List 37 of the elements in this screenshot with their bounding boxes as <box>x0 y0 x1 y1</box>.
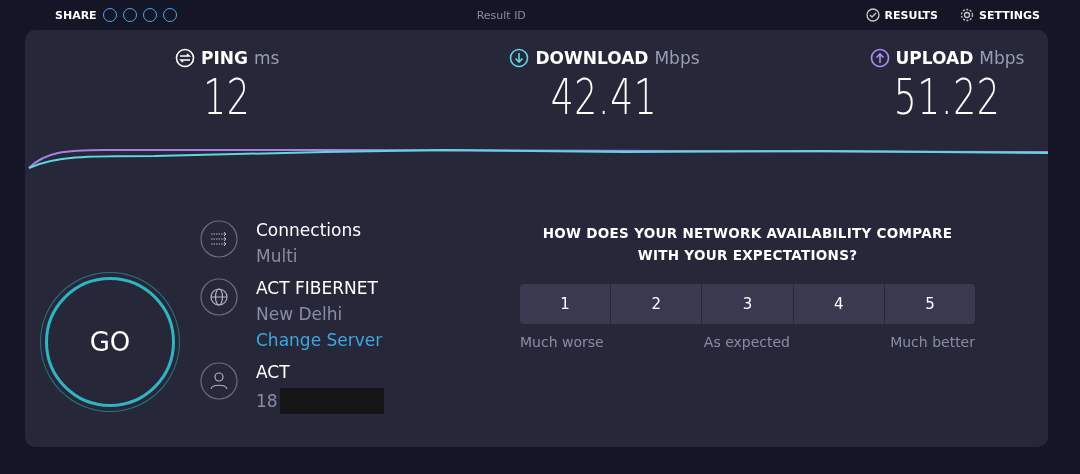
metric-unit: ms <box>253 48 280 68</box>
info-subtitle: New Delhi <box>256 304 343 324</box>
rating-option[interactable]: 1 <box>520 284 611 324</box>
arrow-up-icon <box>869 48 890 68</box>
globe-icon <box>200 278 238 316</box>
result-id-label: Result ID <box>476 8 526 22</box>
arrows-icon <box>200 220 238 258</box>
metric-value: 51.22 <box>893 68 1001 126</box>
change-server-link[interactable]: Change Server <box>256 330 383 350</box>
info-subtitle: 18 <box>256 391 278 411</box>
arrow-down-icon <box>509 48 530 68</box>
rating-option[interactable]: 5 <box>884 284 975 324</box>
metric-label: UPLOAD <box>895 48 974 68</box>
metric-value: 12 <box>203 68 251 126</box>
metric-value: 42.41 <box>551 68 658 126</box>
share-label: SHARE <box>55 8 97 22</box>
rating-option[interactable]: 2 <box>611 284 702 324</box>
info-title: Connections <box>256 220 362 240</box>
scale-label: Much better <box>890 334 975 350</box>
metric-label: PING <box>201 48 248 68</box>
info-title: ACT <box>256 362 291 382</box>
rating-option[interactable]: 3 <box>702 284 793 324</box>
user-icon <box>200 362 238 400</box>
ping-icon <box>175 48 195 68</box>
metric-unit: Mbps <box>979 48 1025 68</box>
scale-label: Much worse <box>520 334 604 350</box>
rating-option[interactable]: 4 <box>793 284 884 324</box>
settings-link[interactable]: SETTINGS <box>979 8 1040 22</box>
results-link[interactable]: RESULTS <box>884 8 939 22</box>
info-title: ACT FIBERNET <box>256 278 379 298</box>
settings-icon <box>960 8 975 22</box>
info-subtitle: Multi <box>256 246 298 266</box>
metric-label: DOWNLOAD <box>535 48 649 68</box>
survey-question: HOW DOES YOUR NETWORK AVAILABILITY COMPARE WITH YOUR EXPECTATIONS? <box>541 224 954 265</box>
metric-unit: Mbps <box>654 48 700 68</box>
check-circle-icon <box>865 8 880 22</box>
scale-label: As expected <box>703 334 790 350</box>
